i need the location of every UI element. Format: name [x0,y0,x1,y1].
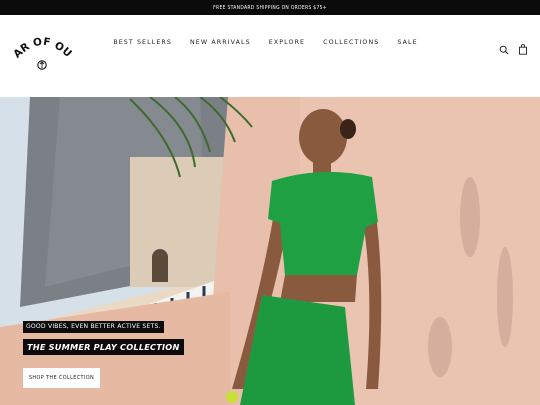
svg-text:YEAR OF OURS: YEAR OF OURS [14,33,72,61]
site-header: YEAR OF OURS BEST SELLERS NEW ARRIVALS E… [0,15,540,97]
announcement-text: FREE STANDARD SHIPPING ON ORDERS $75+ [213,4,327,11]
hero-tagline: GOOD VIBES, EVEN BETTER ACTIVE SETS. [23,321,164,333]
nav-explore[interactable]: EXPLORE [269,39,305,46]
hero-image [0,97,540,405]
main-nav: BEST SELLERS NEW ARRIVALS EXPLORE COLLEC… [0,39,540,46]
logo-text: YEAR OF OURS [14,33,72,61]
header-actions [499,42,528,55]
nav-best-sellers[interactable]: BEST SELLERS [113,39,172,46]
nav-new-arrivals[interactable]: NEW ARRIVALS [190,39,251,46]
shop-collection-button[interactable]: SHOP THE COLLECTION [23,368,100,388]
search-icon[interactable] [499,42,509,55]
nav-collections[interactable]: COLLECTIONS [323,39,379,46]
announcement-bar: FREE STANDARD SHIPPING ON ORDERS $75+ [0,0,540,15]
nav-sale[interactable]: SALE [397,39,417,46]
shopping-bag-icon[interactable] [518,42,528,55]
hero-banner [0,97,540,405]
hero-title: THE SUMMER PLAY COLLECTION [23,339,184,355]
